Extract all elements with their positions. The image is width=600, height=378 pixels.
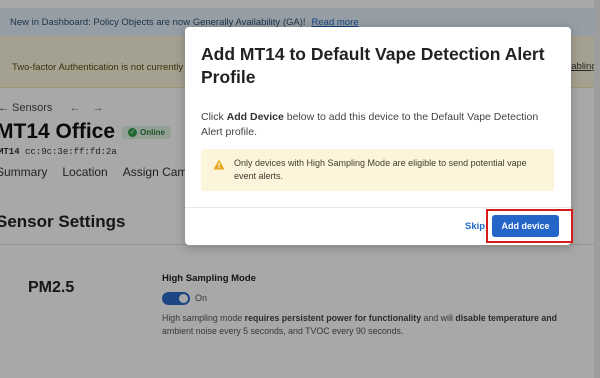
- app-frame: New in Dashboard: Policy Objects are now…: [0, 0, 600, 378]
- alert-text: Only devices with High Sampling Mode are…: [234, 158, 527, 181]
- body-bold: Add Device: [226, 111, 284, 123]
- add-device-modal: Add MT14 to Default Vape Detection Alert…: [185, 27, 573, 245]
- skip-button[interactable]: Skip: [465, 221, 485, 232]
- modal-body: Click Add Device below to add this devic…: [201, 110, 557, 140]
- body-text: Click: [201, 111, 227, 123]
- add-device-button[interactable]: Add device: [492, 215, 559, 237]
- modal-divider: [185, 207, 571, 208]
- warning-icon: [213, 159, 225, 170]
- modal-title: Add MT14 to Default Vape Detection Alert…: [201, 44, 545, 87]
- eligibility-alert: Only devices with High Sampling Mode are…: [201, 149, 554, 191]
